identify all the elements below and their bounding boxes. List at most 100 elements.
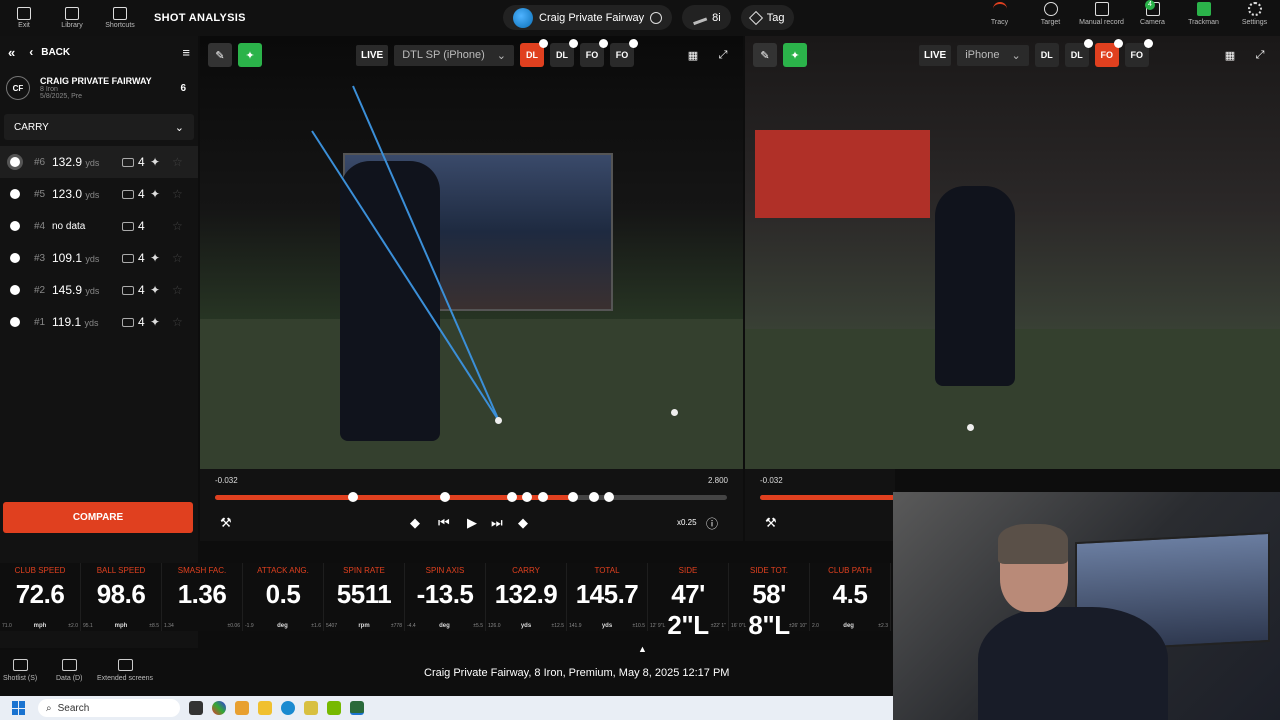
close-icon[interactable] [1143, 39, 1153, 48]
metric-select[interactable]: CARRY ⌄ [4, 114, 194, 140]
ai-analysis-button[interactable]: ✦ [238, 43, 262, 67]
shot-select-radio[interactable] [10, 317, 20, 327]
close-icon[interactable] [629, 39, 638, 48]
fullscreen-button[interactable]: ⤢ [711, 43, 735, 67]
keyframe-marker[interactable] [588, 492, 599, 502]
manual-record-button[interactable]: Manual record [1076, 2, 1127, 26]
camera-button[interactable]: Camera 4 [1127, 0, 1178, 26]
shot-select-radio[interactable] [10, 285, 20, 295]
extended-screens-button[interactable]: Extended screens [97, 659, 153, 682]
favorite-star-icon[interactable]: ☆ [172, 155, 183, 169]
favorite-star-icon[interactable]: ☆ [172, 219, 183, 233]
stat-attack-ang[interactable]: ATTACK ANG. 0.5 -1.9 deg ±1.6 [243, 563, 324, 631]
view-chip-fo2[interactable]: FO [1124, 39, 1153, 67]
club-tool-icon[interactable]: ⚒ [220, 515, 232, 531]
view-chip-fo1[interactable]: FO [580, 39, 608, 67]
keyframe-marker[interactable] [522, 492, 533, 502]
settings-button[interactable]: Settings [1229, 2, 1280, 26]
draw-tool-button[interactable]: ✎ [208, 43, 232, 67]
favorite-star-icon[interactable]: ☆ [172, 283, 183, 297]
view-chip-dl1[interactable]: DL [520, 39, 548, 67]
view-chip-dl1[interactable]: DL [1034, 43, 1059, 67]
ai-sparkle-icon[interactable]: ✦ [150, 251, 170, 265]
ai-sparkle-icon[interactable]: ✦ [150, 187, 170, 201]
back-button[interactable]: BACK [41, 47, 70, 58]
view-chip-fo2[interactable]: FO [610, 39, 638, 67]
stat-side-tot[interactable]: SIDE TOT. 58' 8"L 16' 0"L ±26' 10" [729, 563, 810, 640]
tag-button[interactable]: Tag [740, 5, 795, 30]
list-item[interactable]: #2 145.9 yds 4 ✦ ☆ [0, 274, 198, 306]
stat-club-path[interactable]: CLUB PATH 4.5 2.0 deg ±2.3 [810, 563, 891, 631]
skip-forward-button[interactable]: ⏭ [491, 515, 503, 531]
stat-ball-speed[interactable]: BALL SPEED 98.6 95.1 mph ±8.5 [81, 563, 162, 631]
stat-club-speed[interactable]: CLUB SPEED 72.6 71.0 mph ±2.0 [0, 563, 81, 631]
club-tool-icon[interactable]: ⚒ [765, 515, 777, 531]
session-card[interactable]: CF CRAIG PRIVATE FAIRWAY 8 Iron 5/8/2025… [0, 68, 198, 108]
taskbar-search[interactable]: ⌕ Search [38, 699, 180, 717]
close-icon[interactable] [1113, 39, 1123, 48]
close-icon[interactable] [599, 39, 608, 48]
stat-total[interactable]: TOTAL 145.7 141.9 yds ±10.5 [567, 563, 648, 631]
camera-select[interactable]: iPhone ⌄ [957, 44, 1029, 66]
favorite-star-icon[interactable]: ☆ [172, 315, 183, 329]
video-pane-right[interactable]: ✎ ✦ LIVE iPhone ⌄ DL DL FO FO ▦ ⤢ [745, 36, 1280, 469]
exit-button[interactable]: Exit [0, 7, 48, 29]
target-button[interactable]: Target [1025, 2, 1076, 26]
prev-keyframe-button[interactable]: ◆ [410, 515, 420, 531]
stat-carry[interactable]: CARRY 132.9 126.0 yds ±12.5 [486, 563, 567, 631]
grid-layout-button[interactable]: ▦ [1218, 43, 1242, 67]
nvidia-icon[interactable] [327, 701, 341, 715]
next-keyframe-button[interactable]: ◆ [518, 515, 528, 531]
trackman-button[interactable]: Trackman [1178, 2, 1229, 26]
close-icon[interactable] [569, 39, 578, 48]
library-button[interactable]: Library [48, 7, 96, 29]
favorite-star-icon[interactable]: ☆ [172, 187, 183, 201]
keyframe-marker[interactable] [348, 492, 359, 502]
shot-select-radio[interactable] [10, 253, 20, 263]
scrub-track[interactable] [760, 495, 895, 500]
stat-spin-axis[interactable]: SPIN AXIS -13.5 -4.4 deg ±5.5 [405, 563, 486, 631]
scrub-track[interactable] [215, 492, 727, 502]
collapse-icon[interactable]: « [8, 45, 15, 60]
keyframe-marker[interactable] [440, 492, 451, 502]
skip-back-button[interactable]: ⏮ [438, 515, 450, 531]
favorite-star-icon[interactable]: ☆ [172, 251, 183, 265]
data-button[interactable]: Data (D) [56, 659, 82, 682]
app-icon[interactable] [304, 701, 318, 715]
keyframe-marker[interactable] [604, 492, 615, 502]
club-selector[interactable]: 8i [682, 5, 731, 30]
grid-layout-button[interactable]: ▦ [681, 43, 705, 67]
active-app-icon[interactable] [350, 701, 364, 715]
shot-select-radio[interactable] [10, 157, 20, 167]
ai-analysis-button[interactable]: ✦ [783, 43, 807, 67]
ai-sparkle-icon[interactable]: ✦ [150, 315, 170, 329]
expand-handle-icon[interactable]: ▲ [638, 644, 647, 654]
shortcuts-button[interactable]: Shortcuts [96, 7, 144, 29]
video-pane-left[interactable]: ✎ ✦ LIVE DTL SP (iPhone) ⌄ DL DL FO FO ▦ … [200, 36, 743, 469]
copilot-icon[interactable] [212, 701, 226, 715]
fullscreen-button[interactable]: ⤢ [1248, 43, 1272, 67]
stat-spin-rate[interactable]: SPIN RATE 5511 5407 rpm ±778 [324, 563, 405, 631]
task-view-icon[interactable] [189, 701, 203, 715]
close-icon[interactable] [1083, 39, 1093, 48]
info-icon[interactable]: ⓘ [706, 515, 718, 532]
edge-icon[interactable] [281, 701, 295, 715]
list-item[interactable]: #1 119.1 yds 4 ✦ ☆ [0, 306, 198, 338]
view-chip-fo1[interactable]: FO [1094, 39, 1123, 67]
scrub-handle[interactable] [568, 492, 579, 502]
shot-select-radio[interactable] [10, 221, 20, 231]
list-item[interactable]: #6 132.9 yds 4 ✦ ☆ [0, 146, 198, 178]
player-selector[interactable]: Craig Private Fairway [503, 5, 673, 30]
app-icon[interactable] [235, 701, 249, 715]
menu-icon[interactable]: ≡ [182, 45, 190, 60]
shotlist-button[interactable]: Shotlist (S) [3, 659, 37, 682]
camera-select[interactable]: DTL SP (iPhone) ⌄ [394, 44, 514, 66]
close-icon[interactable] [539, 39, 548, 48]
live-button[interactable]: LIVE [919, 44, 952, 66]
live-button[interactable]: LIVE [356, 44, 389, 66]
play-button[interactable]: ▶ [467, 515, 477, 531]
list-item[interactable]: #3 109.1 yds 4 ✦ ☆ [0, 242, 198, 274]
ai-sparkle-icon[interactable]: ✦ [150, 283, 170, 297]
compare-button[interactable]: COMPARE [3, 502, 193, 533]
list-item[interactable]: #4 no data 4 ☆ [0, 210, 198, 242]
